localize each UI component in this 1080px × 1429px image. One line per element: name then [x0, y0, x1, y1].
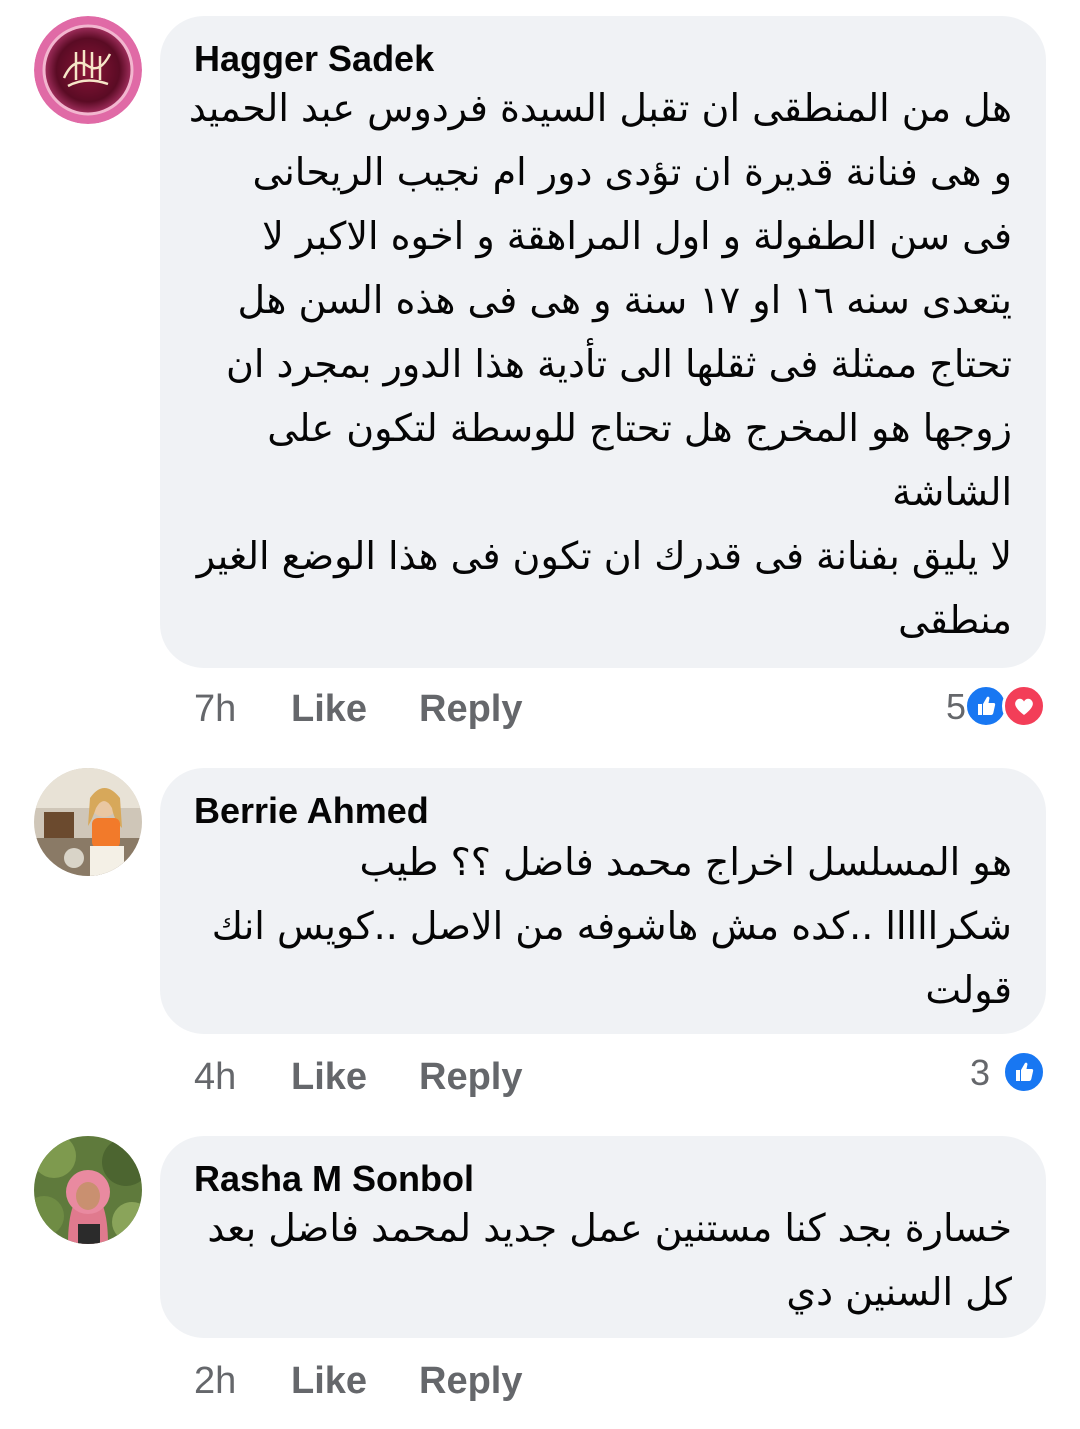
like-button[interactable]: Like — [291, 688, 367, 731]
comment-item: Hagger Sadek هل من المنطقى ان تقبل السيد… — [0, 0, 1080, 740]
comment-text: خسارة بجد كنا مستنين عمل جديد لمحمد فاضل… — [192, 1196, 1012, 1324]
comment-bubble: Berrie Ahmed هو المسلسل اخراج محمد فاضل … — [160, 768, 1046, 1034]
comment-text-line: يتعدى سنه ١٦ او ١٧ سنة و هى فى هذه السن … — [237, 278, 1012, 322]
avatar[interactable] — [34, 768, 142, 876]
comment-text-line: لا يليق بفنانة فى قدرك ان تكون فى هذا ال… — [196, 534, 1012, 578]
like-button[interactable]: Like — [291, 1360, 367, 1403]
comment-text-line: شكرااااا ..كده مش هاشوفه من الاصل ..كويس… — [211, 904, 1012, 948]
comment-actions: 2h Like Reply — [194, 1360, 594, 1404]
reaction-summary[interactable]: 3 — [956, 1050, 1046, 1094]
comment-timestamp[interactable]: 7h — [194, 688, 236, 731]
reaction-summary[interactable]: 5 — [926, 684, 1046, 728]
avatar[interactable] — [34, 16, 142, 124]
comment-text-line: و هى فنانة قديرة ان تؤدى دور ام نجيب الر… — [252, 150, 1012, 194]
reply-button[interactable]: Reply — [419, 1360, 522, 1403]
reply-button[interactable]: Reply — [419, 688, 522, 731]
comment-text: هل من المنطقى ان تقبل السيدة فردوس عبد ا… — [188, 76, 1012, 652]
avatar[interactable] — [34, 1136, 142, 1244]
comment-item: Berrie Ahmed هو المسلسل اخراج محمد فاضل … — [0, 740, 1080, 1110]
comment-author-name[interactable]: Hagger Sadek — [194, 38, 434, 80]
comment-text-line: هو المسلسل اخراج محمد فاضل ؟؟ طيب — [359, 840, 1012, 884]
comment-bubble: Rasha M Sonbol خسارة بجد كنا مستنين عمل … — [160, 1136, 1046, 1338]
comment-text-line: خسارة بجد كنا مستنين عمل جديد لمحمد فاضل… — [207, 1206, 1012, 1250]
comment-text-line: كل السنين دي — [786, 1270, 1012, 1314]
comment-text-line: هل من المنطقى ان تقبل السيدة فردوس عبد ا… — [188, 86, 1012, 130]
reaction-count: 5 — [945, 686, 966, 727]
comment-text-line: قولت — [925, 968, 1012, 1012]
like-reaction-icon — [1002, 1050, 1046, 1094]
comment-item: Rasha M Sonbol خسارة بجد كنا مستنين عمل … — [0, 1110, 1080, 1429]
comment-actions: 7h Like Reply — [194, 688, 594, 732]
comment-author-name[interactable]: Berrie Ahmed — [194, 790, 429, 832]
comment-text-line: فى سن الطفولة و اول المراهقة و اخوه الاك… — [262, 214, 1012, 258]
comment-author-name[interactable]: Rasha M Sonbol — [194, 1158, 474, 1200]
comment-text-line: زوجها هو المخرج هل تحتاج للوسطة لتكون عل… — [267, 406, 1012, 450]
like-button[interactable]: Like — [291, 1056, 367, 1099]
reaction-count: 3 — [969, 1052, 990, 1093]
comment-text-line: الشاشة — [892, 470, 1012, 514]
comment-timestamp[interactable]: 2h — [194, 1360, 236, 1403]
comment-text-line: منطقى — [898, 598, 1012, 642]
comment-timestamp[interactable]: 4h — [194, 1056, 236, 1099]
comment-bubble: Hagger Sadek هل من المنطقى ان تقبل السيد… — [160, 16, 1046, 668]
comment-text-line: تحتاج ممثلة فى ثقلها الى تأدية هذا الدور… — [225, 342, 1012, 386]
comment-text: هو المسلسل اخراج محمد فاضل ؟؟ طيب شكرااا… — [192, 830, 1012, 1022]
reply-button[interactable]: Reply — [419, 1056, 522, 1099]
love-reaction-icon — [1002, 684, 1046, 728]
comment-actions: 4h Like Reply — [194, 1056, 594, 1100]
